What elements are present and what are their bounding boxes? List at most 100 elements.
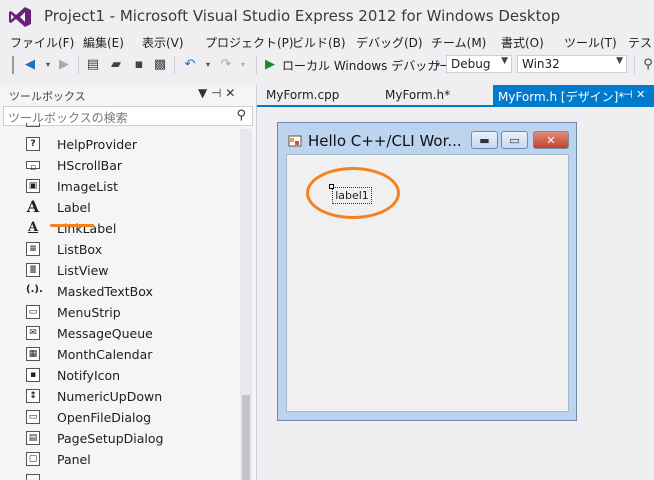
window-title: Project1 - Microsoft Visual Studio Expre…: [44, 7, 561, 25]
partial-item-icon: [26, 474, 40, 480]
menu-edit[interactable]: 編集(E): [83, 34, 124, 51]
hscrollbar-icon: ▫: [26, 161, 40, 173]
toolbox-item-helpprovider[interactable]: ? HelpProvider: [0, 134, 240, 155]
open-file-icon[interactable]: ▰: [108, 56, 124, 72]
platform-select[interactable]: Win32 ▼: [517, 55, 627, 73]
toolbar-separator: [256, 56, 257, 74]
toolbox-item-menustrip[interactable]: ▭ MenuStrip: [0, 302, 240, 323]
toolbox-item-label: HScrollBar: [57, 158, 123, 173]
menu-tools[interactable]: ツール(T): [564, 34, 617, 51]
toolbox-item-openfiledialog[interactable]: ▭ OpenFileDialog: [0, 407, 240, 428]
toolbox-item-imagelist[interactable]: ▣ ImageList: [0, 176, 240, 197]
maximize-icon: ▭: [509, 133, 520, 147]
undo-icon[interactable]: ↶: [182, 56, 198, 72]
back-dropdown-icon[interactable]: ▾: [40, 56, 56, 72]
toolbox-item-label: Label: [57, 200, 91, 215]
visual-studio-logo-icon: [9, 7, 31, 27]
toolbox-item-label: MenuStrip: [57, 305, 121, 320]
toolbox-item-listbox[interactable]: ≡ ListBox: [0, 239, 240, 260]
menu-file[interactable]: ファイル(F): [10, 34, 74, 51]
toolbox-item-numericupdown[interactable]: ↕ NumericUpDown: [0, 386, 240, 407]
start-debug-icon[interactable]: ▶: [262, 56, 278, 72]
new-project-icon[interactable]: ▤: [85, 56, 101, 72]
tab-myform-cpp[interactable]: MyForm.cpp: [266, 85, 376, 105]
link-label-icon: A: [27, 220, 39, 235]
menu-bar: ファイル(F) 編集(E) 表示(V) プロジェクト(P) ビルド(B) デバッ…: [0, 32, 654, 52]
toolbox-item-label: NumericUpDown: [57, 389, 163, 404]
redo-dropdown-icon[interactable]: ▾: [235, 56, 251, 72]
message-queue-icon: ✉: [26, 326, 40, 340]
toolbox-item-label: HelpProvider: [57, 137, 137, 152]
toolbar-grip: [12, 56, 14, 74]
menu-format[interactable]: 書式(O): [501, 34, 544, 51]
toolbox-item-label-control[interactable]: A Label: [0, 197, 240, 218]
menu-strip-icon: ▭: [26, 305, 40, 319]
debugger-dropdown-icon[interactable]: ▾: [430, 56, 446, 72]
start-debugger-button[interactable]: ローカル Windows デバッガー: [282, 57, 451, 74]
toolbox-search-input[interactable]: ツールボックスの検索 ⚲: [3, 106, 253, 126]
tab-myform-design[interactable]: MyForm.h [デザイン]* ⊣ ✕: [493, 85, 654, 105]
form-title: Hello C++/CLI Wor...: [308, 132, 462, 150]
tab-pin-close-icons[interactable]: ⊣ ✕: [623, 88, 645, 101]
toolbox-item-maskedtextbox[interactable]: (.). MaskedTextBox: [0, 281, 240, 302]
toolbox-panel: ツールボックス ▼ ⊣ ✕ ツールボックスの検索 ⚲ ? HelpProvide…: [0, 85, 257, 480]
toolbox-item-pagesetupdialog[interactable]: ▤ PageSetupDialog: [0, 428, 240, 449]
notify-icon-icon: ▪: [26, 368, 40, 382]
forward-arrow-icon[interactable]: ▶: [56, 56, 72, 72]
toolbox-item-monthcalendar[interactable]: ▦ MonthCalendar: [0, 344, 240, 365]
toolbox-item-label: Panel: [57, 452, 91, 467]
menu-build[interactable]: ビルド(B): [292, 34, 346, 51]
list-view-icon: ≣: [26, 263, 40, 277]
panel-icon: ▢: [26, 452, 40, 466]
save-all-icon[interactable]: ▩: [152, 56, 168, 72]
undo-dropdown-icon[interactable]: ▾: [200, 56, 216, 72]
toolbox-item-label: OpenFileDialog: [57, 410, 152, 425]
menu-test[interactable]: テスト: [628, 34, 654, 51]
toolbox-item-label: ListView: [57, 263, 109, 278]
minimize-button[interactable]: ▬: [471, 131, 498, 149]
toolbox-item-label: MonthCalendar: [57, 347, 153, 362]
toolbox-item-listview[interactable]: ≣ ListView: [0, 260, 240, 281]
form-window-icon: [288, 135, 302, 147]
toolbox-item-notifyicon[interactable]: ▪ NotifyIcon: [0, 365, 240, 386]
toolbox-item-label: PageSetupDialog: [57, 431, 164, 446]
chevron-down-icon: ▼: [616, 56, 623, 66]
tab-myform-h[interactable]: MyForm.h*: [385, 85, 485, 105]
tab-label: MyForm.h*: [385, 88, 451, 102]
label-highlight-underline: [50, 224, 94, 227]
toolbox-item-label: ListBox: [57, 242, 103, 257]
configuration-select[interactable]: Debug ▼: [446, 55, 512, 73]
save-icon[interactable]: ▪: [131, 56, 147, 72]
menu-team[interactable]: チーム(M): [431, 34, 486, 51]
image-list-icon: ▣: [26, 179, 40, 193]
back-arrow-icon[interactable]: ◀: [22, 56, 38, 72]
close-button[interactable]: ✕: [533, 131, 569, 149]
help-provider-icon: ?: [26, 137, 40, 151]
menu-view[interactable]: 表示(V): [142, 34, 184, 51]
toolbox-item-messagequeue[interactable]: ✉ MessageQueue: [0, 323, 240, 344]
toolbox-scrollbar-thumb[interactable]: [242, 395, 250, 480]
configuration-value: Debug: [451, 57, 491, 71]
document-tabs: MyForm.cpp MyForm.h* MyForm.h [デザイン]* ⊣ …: [257, 85, 654, 105]
month-calendar-icon: ▦: [26, 347, 40, 361]
maximize-button[interactable]: ▭: [501, 131, 528, 149]
toolbox-item-label: MessageQueue: [57, 326, 153, 341]
redo-icon[interactable]: ↷: [218, 56, 234, 72]
toolbox-pin-close-icons[interactable]: ▼ ⊣ ✕: [198, 86, 235, 100]
toolbox-item-linklabel[interactable]: A LinkLabel: [0, 218, 240, 239]
title-bar: Project1 - Microsoft Visual Studio Expre…: [0, 0, 654, 32]
highlight-ellipse: [306, 167, 400, 219]
menu-debug[interactable]: デバッグ(D): [356, 34, 423, 51]
toolbox-header: ツールボックス ▼ ⊣ ✕: [0, 85, 256, 105]
tab-label: MyForm.cpp: [266, 88, 340, 102]
menu-project[interactable]: プロジェクト(P): [205, 34, 294, 51]
find-icon[interactable]: ⚲: [640, 56, 654, 72]
toolbox-item-panel[interactable]: ▢ Panel: [0, 449, 240, 470]
masked-textbox-icon: (.).: [26, 284, 43, 295]
toolbox-title: ツールボックス: [9, 90, 86, 103]
close-icon: ✕: [546, 133, 556, 147]
toolbar-separator: [634, 56, 635, 74]
search-icon[interactable]: ⚲: [236, 108, 246, 123]
toolbox-item-hscrollbar[interactable]: ▫ HScrollBar: [0, 155, 240, 176]
platform-value: Win32: [522, 57, 560, 71]
